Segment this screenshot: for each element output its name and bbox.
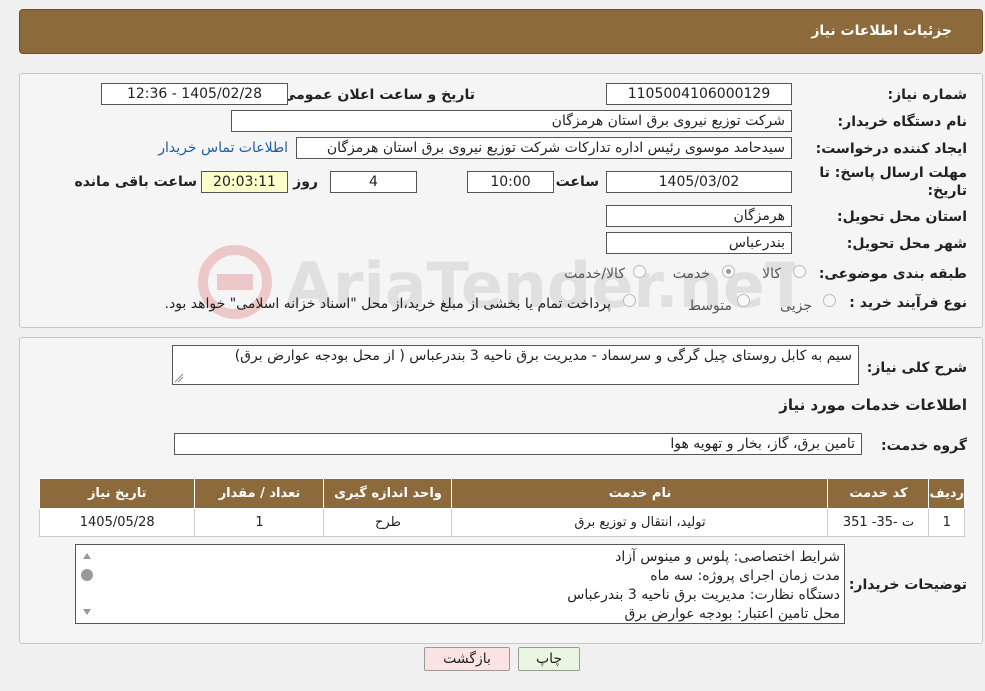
scroll-up-arrow-icon (83, 553, 91, 559)
remaining-label: ساعت باقی مانده (74, 174, 197, 190)
city-field: بندرعباس (606, 232, 792, 254)
print-button[interactable]: چاپ (518, 647, 580, 671)
creator-label: ایجاد کننده درخواست: (815, 141, 967, 157)
services-section-title: اطلاعات خدمات مورد نیاز (779, 396, 967, 414)
process-label: نوع فرآیند خرید : (849, 295, 967, 311)
category-service-label: خدمت (672, 266, 710, 282)
buyer-notes-label: توضیحات خریدار: (848, 577, 967, 593)
page-header: جزئیات اطلاعات نیاز (19, 9, 983, 54)
announce-label: تاریخ و ساعت اعلان عمومی: (276, 87, 475, 103)
payment-option-checkbox[interactable] (623, 294, 636, 307)
hour-label: ساعت (555, 174, 599, 190)
deadline-label-date: تاریخ: (927, 183, 967, 199)
col-quantity: تعداد / مقدار (194, 478, 325, 509)
days-remaining-field: 4 (330, 171, 417, 193)
service-group-field: تامین برق، گاز، بخار و تهویه هوا (174, 433, 862, 455)
col-unit: واحد اندازه گیری (323, 478, 453, 509)
notes-line: دستگاه نظارت: مدیریت برق ناحیه 3 بندرعبا… (567, 587, 840, 603)
remaining-time-field: 20:03:11 (201, 171, 288, 193)
category-label: طبقه بندی موضوعی: (818, 266, 967, 282)
notes-line: شرایط اختصاصی: پلوس و مینوس آزاد (615, 549, 840, 565)
cell-quantity: 1 (194, 508, 325, 537)
category-both-label: کالا/خدمت (564, 266, 625, 282)
province-label: استان محل تحویل: (837, 209, 967, 225)
service-group-label: گروه خدمت: (881, 438, 967, 454)
cell-service-code: ت -35- 351 (827, 508, 930, 537)
notes-line: محل تامین اعتبار: بودجه عوارض برق (624, 606, 840, 622)
notes-line: مدت زمان اجرای پروژه: سه ماه (650, 568, 840, 584)
cell-need-date: 1405/05/28 (38, 508, 196, 537)
summary-textarea[interactable]: سیم به کابل روستای چیل گرگی و سرسماد - م… (172, 345, 859, 385)
scroll-thumb (81, 569, 93, 581)
category-goods-label: کالا (762, 266, 781, 282)
scroll-down-arrow-icon (83, 609, 91, 615)
summary-label: شرح کلی نیاز: (866, 360, 967, 376)
buyer-org-field: شرکت توزیع نیروی برق استان هرمزگان (231, 110, 792, 132)
province-field: هرمزگان (606, 205, 792, 227)
process-medium-radio[interactable] (737, 294, 750, 307)
process-medium-label: متوسط (688, 298, 732, 314)
announce-datetime-field: 1405/02/28 - 12:36 (101, 83, 288, 105)
summary-text: سیم به کابل روستای چیل گرگی و سرسماد - م… (234, 348, 852, 364)
payment-note: پرداخت تمام یا بخشی از مبلغ خرید،از محل … (164, 296, 611, 312)
col-row: ردیف (928, 478, 965, 509)
buyer-org-label: نام دستگاه خریدار: (837, 114, 967, 130)
page-title: جزئیات اطلاعات نیاز (811, 23, 952, 39)
cell-unit: طرح (323, 508, 453, 537)
col-service-name: نام خدمت (451, 478, 829, 509)
services-table: ردیف کد خدمت نام خدمت واحد اندازه گیری ت… (38, 478, 965, 537)
need-number-label: شماره نیاز: (887, 87, 968, 103)
need-number-field: 1105004106000129 (606, 83, 792, 105)
buyer-contact-link[interactable]: اطلاعات تماس خریدار (158, 140, 288, 156)
resize-grip-icon[interactable] (174, 373, 184, 383)
deadline-time-field: 10:00 (467, 171, 554, 193)
back-button[interactable]: بازگشت (424, 647, 510, 671)
category-goods-radio[interactable] (793, 265, 806, 278)
cell-service-name: تولید، انتقال و توزیع برق (451, 508, 829, 537)
process-partial-label: جزیی (780, 298, 812, 314)
deadline-label: مهلت ارسال پاسخ: تا (819, 165, 967, 181)
category-both-radio[interactable] (633, 265, 646, 278)
col-need-date: تاریخ نیاز (38, 478, 196, 509)
table-row: 1 ت -35- 351 تولید، انتقال و توزیع برق ط… (38, 508, 965, 537)
col-service-code: کد خدمت (827, 478, 930, 509)
city-label: شهر محل تحویل: (846, 236, 967, 252)
category-service-radio[interactable] (722, 265, 735, 278)
process-partial-radio[interactable] (823, 294, 836, 307)
services-table-header: ردیف کد خدمت نام خدمت واحد اندازه گیری ت… (38, 478, 965, 509)
creator-field: سیدحامد موسوی رئیس اداره تدارکات شرکت تو… (296, 137, 792, 159)
buyer-notes-textarea[interactable]: شرایط اختصاصی: پلوس و مینوس آزاد مدت زما… (75, 544, 845, 624)
notes-scrollbar[interactable] (78, 547, 96, 621)
deadline-date-field: 1405/03/02 (606, 171, 792, 193)
cell-row: 1 (928, 508, 965, 537)
